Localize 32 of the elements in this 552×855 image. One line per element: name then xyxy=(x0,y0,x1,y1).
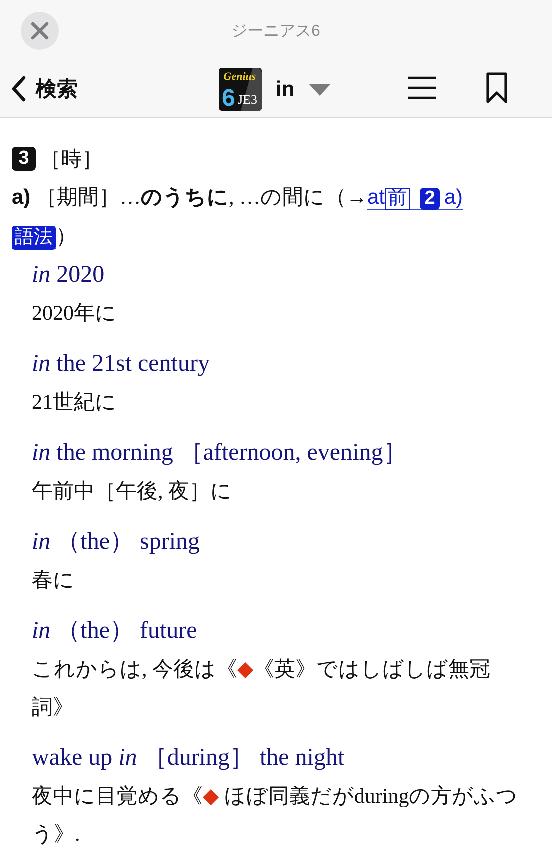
menu-button[interactable] xyxy=(408,76,436,100)
back-button[interactable]: 検索 xyxy=(12,75,78,103)
example-translation: 春に xyxy=(32,567,76,594)
definition-text: ［期間］…のうちに, …の間に（→ xyxy=(36,185,368,209)
example-translation: 夜中に目覚める《◆ ほぼ同義だがduringの方がふつう》. xyxy=(32,783,520,848)
example-phrase: in （the） future xyxy=(32,617,198,646)
example-phrase: in 2020 xyxy=(32,261,106,290)
sense-number: 3 xyxy=(12,147,36,171)
example-translation: 21世紀に xyxy=(32,389,118,416)
bookmark-icon xyxy=(486,72,508,104)
example-phrase: in the 21st century xyxy=(32,350,211,379)
usage-link[interactable]: 語法 xyxy=(12,225,56,249)
app-logo: Genius 6 JE3 xyxy=(219,68,262,111)
subsense-marker: a) xyxy=(12,186,31,209)
example-translation: 午前中［午後, 夜］に xyxy=(32,478,234,505)
close-icon xyxy=(31,22,49,40)
cross-reference-link[interactable]: at前 2 a) xyxy=(367,186,464,210)
menu-icon xyxy=(408,76,436,100)
sense-label: ［時］ xyxy=(40,147,103,171)
caret-down-icon xyxy=(308,84,331,96)
example-phrase: in the morning ［afternoon, evening］ xyxy=(32,439,408,468)
closing-parenthesis: ） xyxy=(56,224,77,248)
window-title: ジーニアス6 xyxy=(232,22,320,42)
dropdown-button[interactable] xyxy=(308,84,331,96)
chevron-left-icon xyxy=(12,76,26,102)
example-translation: これからは, 今後は《◆《英》ではしばしば無冠詞》 xyxy=(32,656,492,721)
bookmark-button[interactable] xyxy=(486,72,508,104)
example-phrase: in （the） spring xyxy=(32,528,201,557)
example-translation: 2020年に xyxy=(32,300,118,327)
close-button[interactable] xyxy=(21,12,59,50)
search-term: in xyxy=(276,78,295,102)
example-phrase: wake up in ［during］ the night xyxy=(32,744,346,773)
